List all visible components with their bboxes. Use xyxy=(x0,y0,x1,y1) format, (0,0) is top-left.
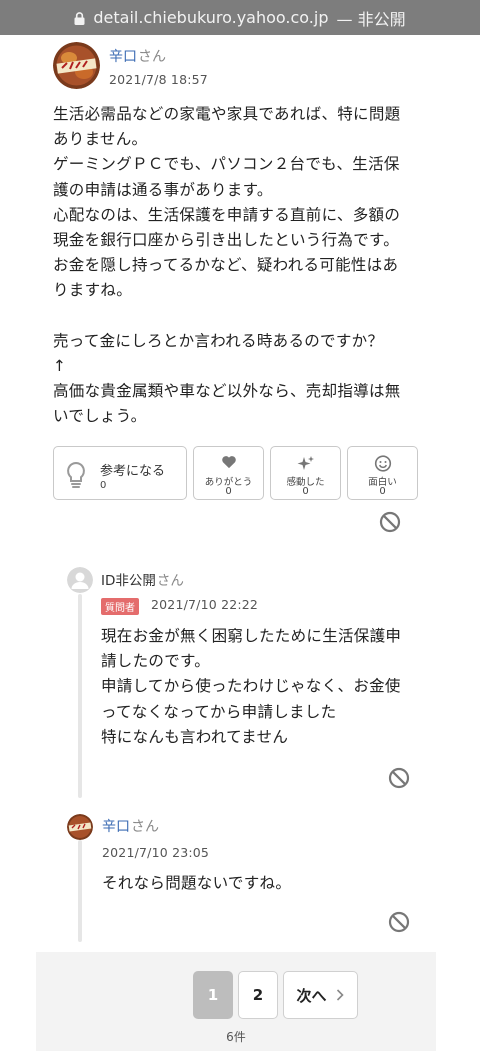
thread-line xyxy=(78,840,82,942)
browsing-mode: — 非公開 xyxy=(336,9,406,29)
moved-button[interactable]: 感動した 0 xyxy=(270,446,341,500)
avatar[interactable] xyxy=(53,42,100,89)
avatar[interactable] xyxy=(67,814,93,840)
lock-icon xyxy=(74,12,85,25)
reply-body: それなら問題ないですね。 xyxy=(102,874,292,892)
helpful-label: 参考になる xyxy=(100,464,166,479)
next-label: 次へ xyxy=(296,986,327,1005)
funny-count: 0 xyxy=(379,486,386,497)
chevron-right-icon xyxy=(336,989,344,1001)
answer-body: 生活必需品などの家電や家具であれば、特に問題 ありません。 ゲーミングＰＣでも、… xyxy=(53,105,401,426)
report-icon[interactable] xyxy=(379,511,401,533)
lightbulb-icon xyxy=(67,461,85,488)
answer-timestamp: 2021/7/8 18:57 xyxy=(109,72,208,87)
asker-badge: 質問者 xyxy=(101,598,139,615)
avatar xyxy=(67,567,93,593)
report-icon[interactable] xyxy=(388,911,410,933)
reply-author-link[interactable]: 辛口さん xyxy=(102,816,159,836)
reply-author: ID非公開さん xyxy=(101,573,184,589)
reply-timestamp: 2021/7/10 22:22 xyxy=(151,597,259,612)
thanks-button[interactable]: ありがとう 0 xyxy=(193,446,264,500)
sparkle-icon xyxy=(297,456,314,470)
next-page-button[interactable]: 次へ xyxy=(283,971,358,1019)
helpful-button[interactable]: 参考になる 0 xyxy=(53,446,187,500)
funny-button[interactable]: 面白い 0 xyxy=(347,446,418,500)
browser-url-bar[interactable]: detail.chiebukuro.yahoo.co.jp — 非公開 xyxy=(0,0,480,35)
report-icon[interactable] xyxy=(388,767,410,789)
page-2-button[interactable]: 2 xyxy=(238,971,278,1019)
reply-body: 現在お金が無く困窮したために生活保護申 請したのです。 申請してから使ったわけじ… xyxy=(101,627,402,746)
answer-author-link[interactable]: 辛口さん xyxy=(109,46,166,66)
moved-count: 0 xyxy=(302,486,309,497)
heart-icon xyxy=(221,456,236,469)
thanks-count: 0 xyxy=(225,486,232,497)
page-1-button[interactable]: 1 xyxy=(193,971,233,1019)
result-count: 6件 xyxy=(226,1030,246,1044)
thread-line xyxy=(78,594,82,798)
smile-icon xyxy=(374,455,391,472)
reply-timestamp: 2021/7/10 23:05 xyxy=(102,845,210,860)
url-text: detail.chiebukuro.yahoo.co.jp xyxy=(93,8,329,27)
helpful-count: 0 xyxy=(100,480,107,491)
